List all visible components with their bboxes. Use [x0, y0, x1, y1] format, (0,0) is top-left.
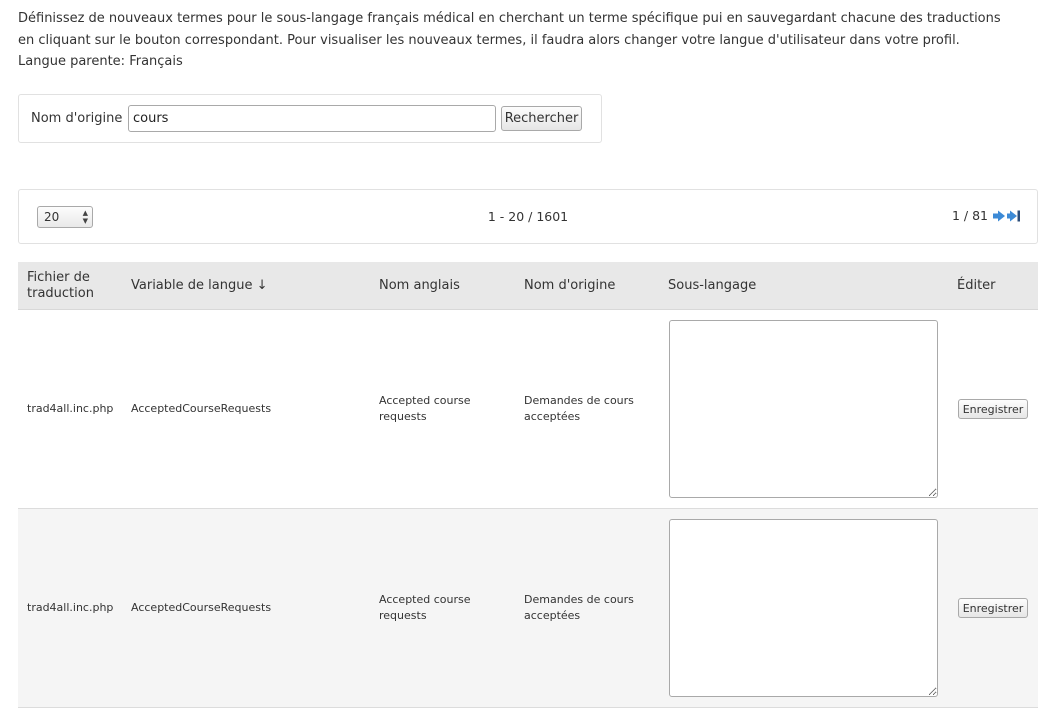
last-page-icon[interactable] [1007, 209, 1021, 223]
cell-variable: AcceptedCourseRequests [131, 601, 272, 614]
sublanguage-textarea[interactable] [669, 320, 938, 498]
table-row: trad4all.inc.php AcceptedCourseRequests … [18, 509, 1038, 708]
translations-table: Fichier de traduction Variable de langue… [18, 262, 1038, 708]
cell-file: trad4all.inc.php [27, 601, 114, 614]
page-counter: 1 / 81 [951, 208, 988, 223]
save-button[interactable]: Enregistrer [958, 598, 1028, 618]
intro-text: Définissez de nouveaux termes pour le so… [18, 8, 1018, 73]
cell-file: trad4all.inc.php [27, 402, 114, 415]
cell-english: Accepted course requests [379, 593, 471, 622]
header-variable[interactable]: Variable de langue ↓ [131, 278, 267, 294]
page-info: 1 / 81 [952, 208, 1021, 223]
header-origin[interactable]: Nom d'origine [524, 278, 615, 294]
search-button[interactable]: Rechercher [501, 106, 582, 131]
cell-origin: Demandes de cours acceptées [524, 394, 634, 423]
cell-origin: Demandes de cours acceptées [524, 593, 634, 622]
sublanguage-textarea[interactable] [669, 519, 938, 697]
header-file[interactable]: Fichier de traduction [27, 270, 107, 302]
pagination-bar: 20 ▲ ▼ 1 - 20 / 1601 1 / 81 [18, 189, 1038, 244]
next-arrow-icon[interactable] [992, 209, 1006, 223]
result-range: 1 - 20 / 1601 [487, 209, 569, 224]
header-english[interactable]: Nom anglais [379, 278, 460, 294]
search-input[interactable] [128, 105, 496, 132]
save-button[interactable]: Enregistrer [958, 399, 1028, 419]
header-sublanguage: Sous-langage [668, 278, 757, 293]
intro-description: Définissez de nouveaux termes pour le so… [18, 11, 1001, 48]
table-row: trad4all.inc.php AcceptedCourseRequests … [18, 310, 1038, 509]
search-form: Nom d'origine : Rechercher [18, 94, 602, 143]
table-header: Fichier de traduction Variable de langue… [18, 262, 1038, 310]
header-edit: Éditer [957, 278, 996, 293]
cell-english: Accepted course requests [379, 394, 471, 423]
parent-language: Langue parente: Français [18, 54, 183, 69]
cell-variable: AcceptedCourseRequests [131, 402, 272, 415]
search-label: Nom d'origine : [31, 111, 131, 126]
